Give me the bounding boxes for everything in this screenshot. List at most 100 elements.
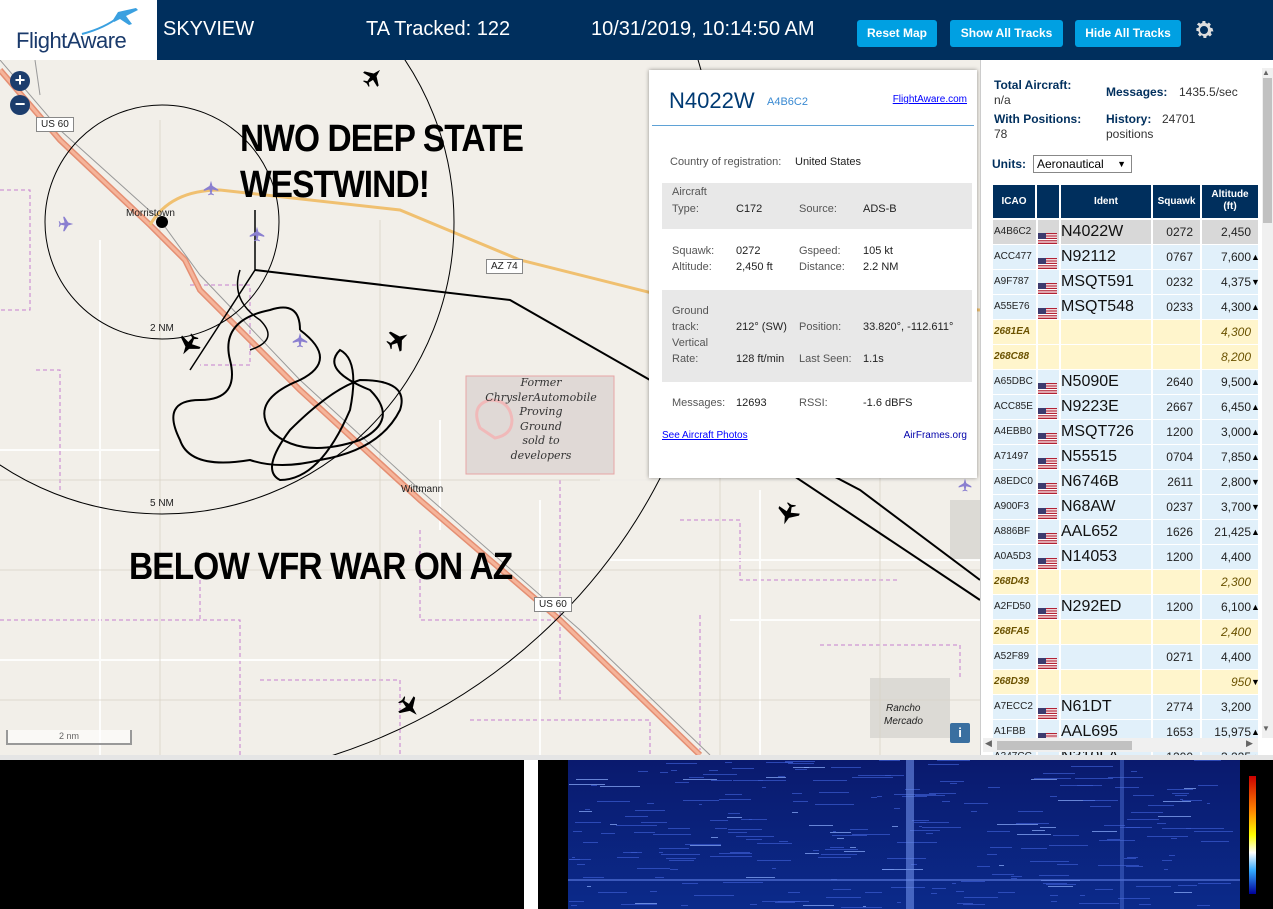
ident-cell — [1061, 320, 1151, 344]
aircraft-icon[interactable] — [958, 478, 972, 492]
table-row[interactable]: A71497 N55515 0704 7,850 ▲ — [993, 445, 1260, 469]
cell-divider — [1200, 420, 1202, 444]
column-header-icao[interactable]: ICAO — [993, 185, 1035, 218]
aircraft-photos-link[interactable]: See Aircraft Photos — [662, 430, 748, 441]
cell-divider — [1059, 395, 1061, 419]
table-row[interactable]: A8EDC0 N6746B 2611 2,800 ▼ — [993, 470, 1260, 494]
column-header-ident[interactable]: Ident — [1061, 185, 1151, 218]
cell-divider — [1151, 395, 1153, 419]
last-seen-value: 1.1s — [863, 353, 884, 365]
zoom-out-button[interactable]: − — [10, 95, 30, 115]
table-row[interactable]: A4B6C2 N4022W 0272 2,450 — [993, 220, 1258, 244]
rssi-value: -1.6 dBFS — [863, 397, 913, 409]
column-header-squawk[interactable]: Squawk — [1153, 185, 1200, 218]
us-flag-icon — [1038, 253, 1057, 269]
horizontal-scroll-thumb[interactable] — [997, 741, 1132, 750]
cell-divider — [1059, 620, 1061, 644]
table-row[interactable]: A65DBC N5090E 2640 9,500 ▲ — [993, 370, 1260, 394]
ident-cell — [1061, 670, 1151, 694]
units-select[interactable]: Aeronautical ▼ — [1033, 155, 1132, 173]
table-row[interactable]: A7ECC2 N61DT 2774 3,200 — [993, 695, 1258, 719]
squawk-cell — [1151, 670, 1193, 694]
table-row[interactable]: 268C88 8,200 — [993, 345, 1258, 369]
table-row[interactable]: 268D39 950 ▼ — [993, 670, 1260, 694]
us-flag-icon — [1038, 653, 1057, 669]
timestamp: 10/31/2019, 10:14:50 AM — [591, 18, 815, 40]
table-row[interactable]: A0A5D3 N14053 1200 4,400 — [993, 545, 1258, 569]
vertical-rate-label: Vertical — [672, 337, 709, 349]
aircraft-icon[interactable] — [249, 226, 265, 242]
ident-cell — [1061, 345, 1151, 369]
column-header-flag[interactable] — [1037, 185, 1059, 218]
reset-map-button[interactable]: Reset Map — [857, 20, 937, 47]
show-all-tracks-button[interactable]: Show All Tracks — [950, 20, 1063, 47]
selected-aircraft-icon[interactable] — [177, 333, 201, 357]
source-label: Source: — [799, 203, 837, 215]
squawk-cell: 1200 — [1166, 425, 1193, 439]
cell-divider — [1200, 445, 1202, 469]
table-row[interactable]: A900F3 N68AW 0237 3,700 ▼ — [993, 495, 1260, 519]
table-row[interactable]: A55E76 MSQT548 0233 4,300 ▲ — [993, 295, 1260, 319]
ident-cell: N14053 — [1061, 548, 1118, 565]
gear-icon[interactable] — [1192, 18, 1216, 42]
altitude-trend-icon — [1251, 320, 1259, 344]
messages-label: Messages: — [672, 397, 726, 409]
aircraft-icon[interactable] — [362, 66, 384, 88]
ident-cell: MSQT726 — [1061, 423, 1134, 440]
icao-cell: 2681EA — [994, 326, 1031, 337]
table-row[interactable]: ACC85E N9223E 2667 6,450 ▲ — [993, 395, 1260, 419]
table-row[interactable]: 2681EA 4,300 — [993, 320, 1258, 344]
aircraft-icon[interactable] — [776, 502, 800, 526]
cell-divider — [1200, 520, 1202, 544]
us-flag-icon — [1038, 503, 1057, 519]
us-flag-icon — [1038, 603, 1057, 619]
table-row[interactable]: 268FA5 2,400 — [993, 620, 1258, 644]
column-header-altitude[interactable]: Altitude (ft) — [1202, 185, 1258, 218]
table-row[interactable]: A52F89 0271 4,400 — [993, 645, 1258, 669]
ground-track-label: Ground — [672, 305, 709, 317]
map-info-button[interactable]: i — [950, 723, 970, 743]
cell-divider — [1059, 320, 1061, 344]
aircraft-icon[interactable] — [58, 216, 74, 232]
vertical-scroll-thumb[interactable] — [1263, 78, 1272, 223]
history-unit: positions — [1106, 127, 1154, 141]
icao-cell: A0A5D3 — [994, 551, 1032, 562]
airframes-link[interactable]: AirFrames.org — [904, 430, 967, 441]
cell-divider — [1059, 695, 1061, 719]
icao-cell: ACC477 — [994, 251, 1032, 262]
cell-divider — [1200, 220, 1202, 244]
cell-divider — [1151, 545, 1153, 569]
gspeed-label: Gspeed: — [799, 245, 841, 257]
popup-hex: A4B6C2 — [767, 96, 808, 108]
table-row[interactable]: A2FD50 N292ED 1200 6,100 ▲ — [993, 595, 1260, 619]
scroll-up-icon[interactable]: ▲ — [1262, 68, 1270, 77]
table-row[interactable]: ACC477 N92112 0767 7,600 ▲ — [993, 245, 1260, 269]
flightaware-logo[interactable]: FlightAware — [0, 0, 157, 60]
scroll-down-icon[interactable]: ▼ — [1262, 724, 1270, 733]
us-flag-icon — [1038, 228, 1057, 244]
aircraft-icon[interactable] — [397, 695, 421, 719]
icao-cell: A55E76 — [994, 301, 1030, 312]
overlay-text-line3: BELOW VFR WAR ON AZ — [129, 546, 513, 588]
table-row[interactable]: A886BF AAL652 1626 21,425 ▲ — [993, 520, 1260, 544]
hide-all-tracks-button[interactable]: Hide All Tracks — [1075, 20, 1181, 47]
altitude-trend-icon — [1251, 645, 1259, 669]
aircraft-icon[interactable] — [292, 332, 308, 348]
table-row[interactable]: 268D43 2,300 — [993, 570, 1258, 594]
zoom-in-button[interactable]: + — [10, 71, 30, 91]
scroll-left-icon[interactable]: ◀ — [985, 738, 992, 749]
squawk-cell: 1200 — [1166, 550, 1193, 564]
scroll-right-icon[interactable]: ▶ — [1246, 738, 1253, 749]
table-row[interactable]: A9F787 MSQT591 0232 4,375 ▼ — [993, 270, 1260, 294]
aircraft-icon[interactable] — [203, 180, 219, 196]
icao-cell: 268D39 — [994, 676, 1030, 687]
cell-divider — [1059, 295, 1061, 319]
squawk-cell: 0272 — [1166, 225, 1193, 239]
cell-divider — [1036, 470, 1038, 494]
table-row[interactable]: A4EBB0 MSQT726 1200 3,000 ▲ — [993, 420, 1260, 444]
cell-divider — [1059, 595, 1061, 619]
aircraft-icon[interactable] — [386, 328, 410, 352]
former-line: ChryslerAutomobile — [485, 390, 597, 404]
icao-cell: A52F89 — [994, 651, 1030, 662]
flightaware-link[interactable]: FlightAware.com — [893, 94, 967, 105]
